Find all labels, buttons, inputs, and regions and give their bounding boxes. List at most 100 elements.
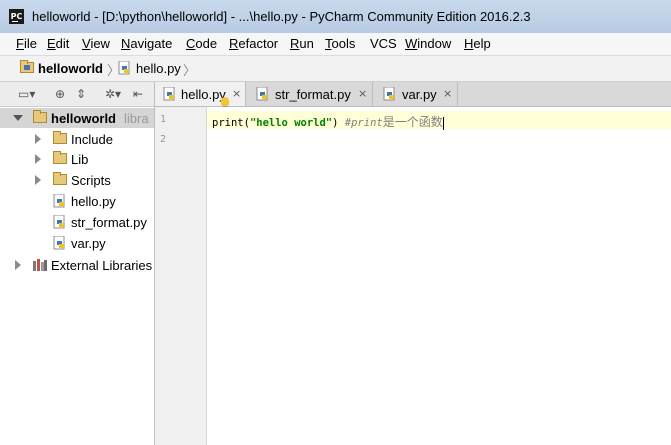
project-view-dropdown-icon[interactable]: ▭▾ xyxy=(18,87,35,101)
code-comment-text: 是一个函数 xyxy=(382,115,443,129)
python-file-icon xyxy=(256,87,268,101)
menu-navigate[interactable]: Navigate xyxy=(121,36,172,51)
tree-item-suffix: libra xyxy=(124,111,149,126)
code-comment-keyword: print xyxy=(351,117,383,129)
python-file-icon xyxy=(118,61,130,75)
navigation-bar: helloworld 〉 hello.py 〉 xyxy=(0,56,671,82)
menu-refactor[interactable]: Refactor xyxy=(229,36,278,51)
menu-code-label: ode xyxy=(195,36,218,51)
text-caret xyxy=(442,116,444,130)
hide-panel-icon[interactable]: ⇤ xyxy=(133,87,143,101)
breadcrumb-end-icon: 〉 xyxy=(183,63,197,78)
tree-item-str-format-py[interactable]: str_format.py xyxy=(0,212,154,232)
menu-vcs-label: VCS xyxy=(370,36,397,51)
menu-file-accel: F xyxy=(16,36,24,51)
menu-run[interactable]: Run xyxy=(290,36,314,51)
close-icon[interactable]: × xyxy=(443,87,452,100)
menu-run-accel: R xyxy=(290,36,300,51)
folder-icon xyxy=(33,110,47,123)
scroll-from-source-icon[interactable]: ⊕ xyxy=(55,87,65,101)
tree-item-label: helloworld xyxy=(51,111,116,126)
tree-item-label: var.py xyxy=(71,236,106,251)
collapsed-arrow-icon[interactable] xyxy=(35,154,41,164)
menu-refactor-label: efactor xyxy=(238,36,279,51)
python-file-icon xyxy=(53,215,65,229)
tree-item-label: External Libraries xyxy=(51,258,153,273)
tree-item-label: Scripts xyxy=(71,173,111,188)
menu-tools-label: ools xyxy=(331,36,356,51)
menu-code[interactable]: Code xyxy=(186,36,217,51)
python-file-icon xyxy=(53,236,65,250)
menu-bar: File Edit View Navigate Code Refactor Ru… xyxy=(0,33,671,56)
tab-label: var.py xyxy=(402,87,437,102)
line-number: 1 xyxy=(160,114,167,125)
window-title: helloworld - [D:\python\helloworld] - ..… xyxy=(32,9,531,24)
menu-code-accel: C xyxy=(186,36,196,51)
settings-gear-icon[interactable]: ✲▾ xyxy=(105,87,121,101)
tree-item-label: Lib xyxy=(71,152,89,167)
menu-help[interactable]: Help xyxy=(464,36,491,51)
tree-item-hello-py[interactable]: hello.py xyxy=(0,191,154,211)
project-folder-icon xyxy=(20,60,34,73)
tab-var-py[interactable]: var.py × xyxy=(373,82,458,106)
title-bar: PC helloworld - [D:\python\helloworld] -… xyxy=(0,0,671,34)
pycharm-app-icon: PC xyxy=(9,9,24,24)
folder-icon xyxy=(53,131,67,144)
tab-label: hello.py xyxy=(181,87,226,102)
folder-icon xyxy=(53,172,67,185)
lightbulb-icon[interactable] xyxy=(221,97,229,109)
menu-tools[interactable]: Tools xyxy=(325,36,355,51)
menu-refactor-accel: R xyxy=(229,36,239,51)
menu-window-label: indow xyxy=(417,36,452,51)
menu-run-label: un xyxy=(299,36,314,51)
close-icon[interactable]: × xyxy=(358,87,367,100)
menu-edit-accel: E xyxy=(47,36,56,51)
folder-icon xyxy=(53,151,67,164)
menu-window[interactable]: Window xyxy=(405,36,451,51)
python-file-icon xyxy=(53,194,65,208)
project-toolbar: ▭▾ ⊕ ⇕ ✲▾ ⇤ xyxy=(0,82,155,107)
breadcrumb-file[interactable]: hello.py xyxy=(136,61,181,76)
menu-window-accel: W xyxy=(405,36,418,51)
tree-item-scripts[interactable]: Scripts xyxy=(0,170,154,190)
tree-item-label: hello.py xyxy=(71,194,116,209)
menu-file[interactable]: File xyxy=(16,36,37,51)
expanded-arrow-icon[interactable] xyxy=(13,115,23,121)
collapsed-arrow-icon[interactable] xyxy=(15,260,21,270)
tree-item-helloworld[interactable]: helloworld libra xyxy=(0,108,154,128)
breadcrumb-project[interactable]: helloworld xyxy=(38,61,103,76)
code-string: "hello world" xyxy=(249,117,333,129)
editor-tab-bar: hello.py × str_format.py × var.py × xyxy=(155,82,671,107)
line-number: 2 xyxy=(160,134,167,145)
libraries-icon xyxy=(33,259,47,271)
tab-str-format-py[interactable]: str_format.py × xyxy=(246,82,373,106)
python-file-icon xyxy=(163,87,175,101)
collapse-all-icon[interactable]: ⇕ xyxy=(76,87,86,101)
menu-help-accel: H xyxy=(464,36,474,51)
tree-item-var-py[interactable]: var.py xyxy=(0,233,154,253)
menu-view-label: iew xyxy=(90,36,110,51)
tab-hello-py[interactable]: hello.py × xyxy=(155,82,246,106)
tree-item-label: str_format.py xyxy=(71,215,147,230)
menu-navigate-label: avigate xyxy=(130,36,173,51)
tree-item-external-libraries[interactable]: External Libraries xyxy=(0,255,154,275)
editor-gutter: 1 2 xyxy=(155,107,207,445)
menu-edit-label: dit xyxy=(55,36,70,51)
menu-help-label: elp xyxy=(473,36,491,51)
tree-item-include[interactable]: Include xyxy=(0,129,154,149)
menu-navigate-accel: N xyxy=(121,36,131,51)
menu-vcs[interactable]: VCS xyxy=(370,36,397,51)
tree-item-lib[interactable]: Lib xyxy=(0,149,154,169)
menu-file-label: ile xyxy=(23,36,37,51)
project-tree: helloworld libra Include Lib Scripts hel… xyxy=(0,107,155,445)
python-file-icon xyxy=(383,87,395,101)
menu-view[interactable]: View xyxy=(82,36,110,51)
code-editor[interactable]: print("hello world") #print是一个函数 xyxy=(207,107,671,445)
menu-edit[interactable]: Edit xyxy=(47,36,69,51)
code-line-1[interactable]: print("hello world") #print是一个函数 xyxy=(212,113,444,130)
code-func: print xyxy=(212,117,244,129)
close-icon[interactable]: × xyxy=(232,87,241,100)
tree-item-label: Include xyxy=(71,132,113,147)
collapsed-arrow-icon[interactable] xyxy=(35,134,41,144)
collapsed-arrow-icon[interactable] xyxy=(35,175,41,185)
